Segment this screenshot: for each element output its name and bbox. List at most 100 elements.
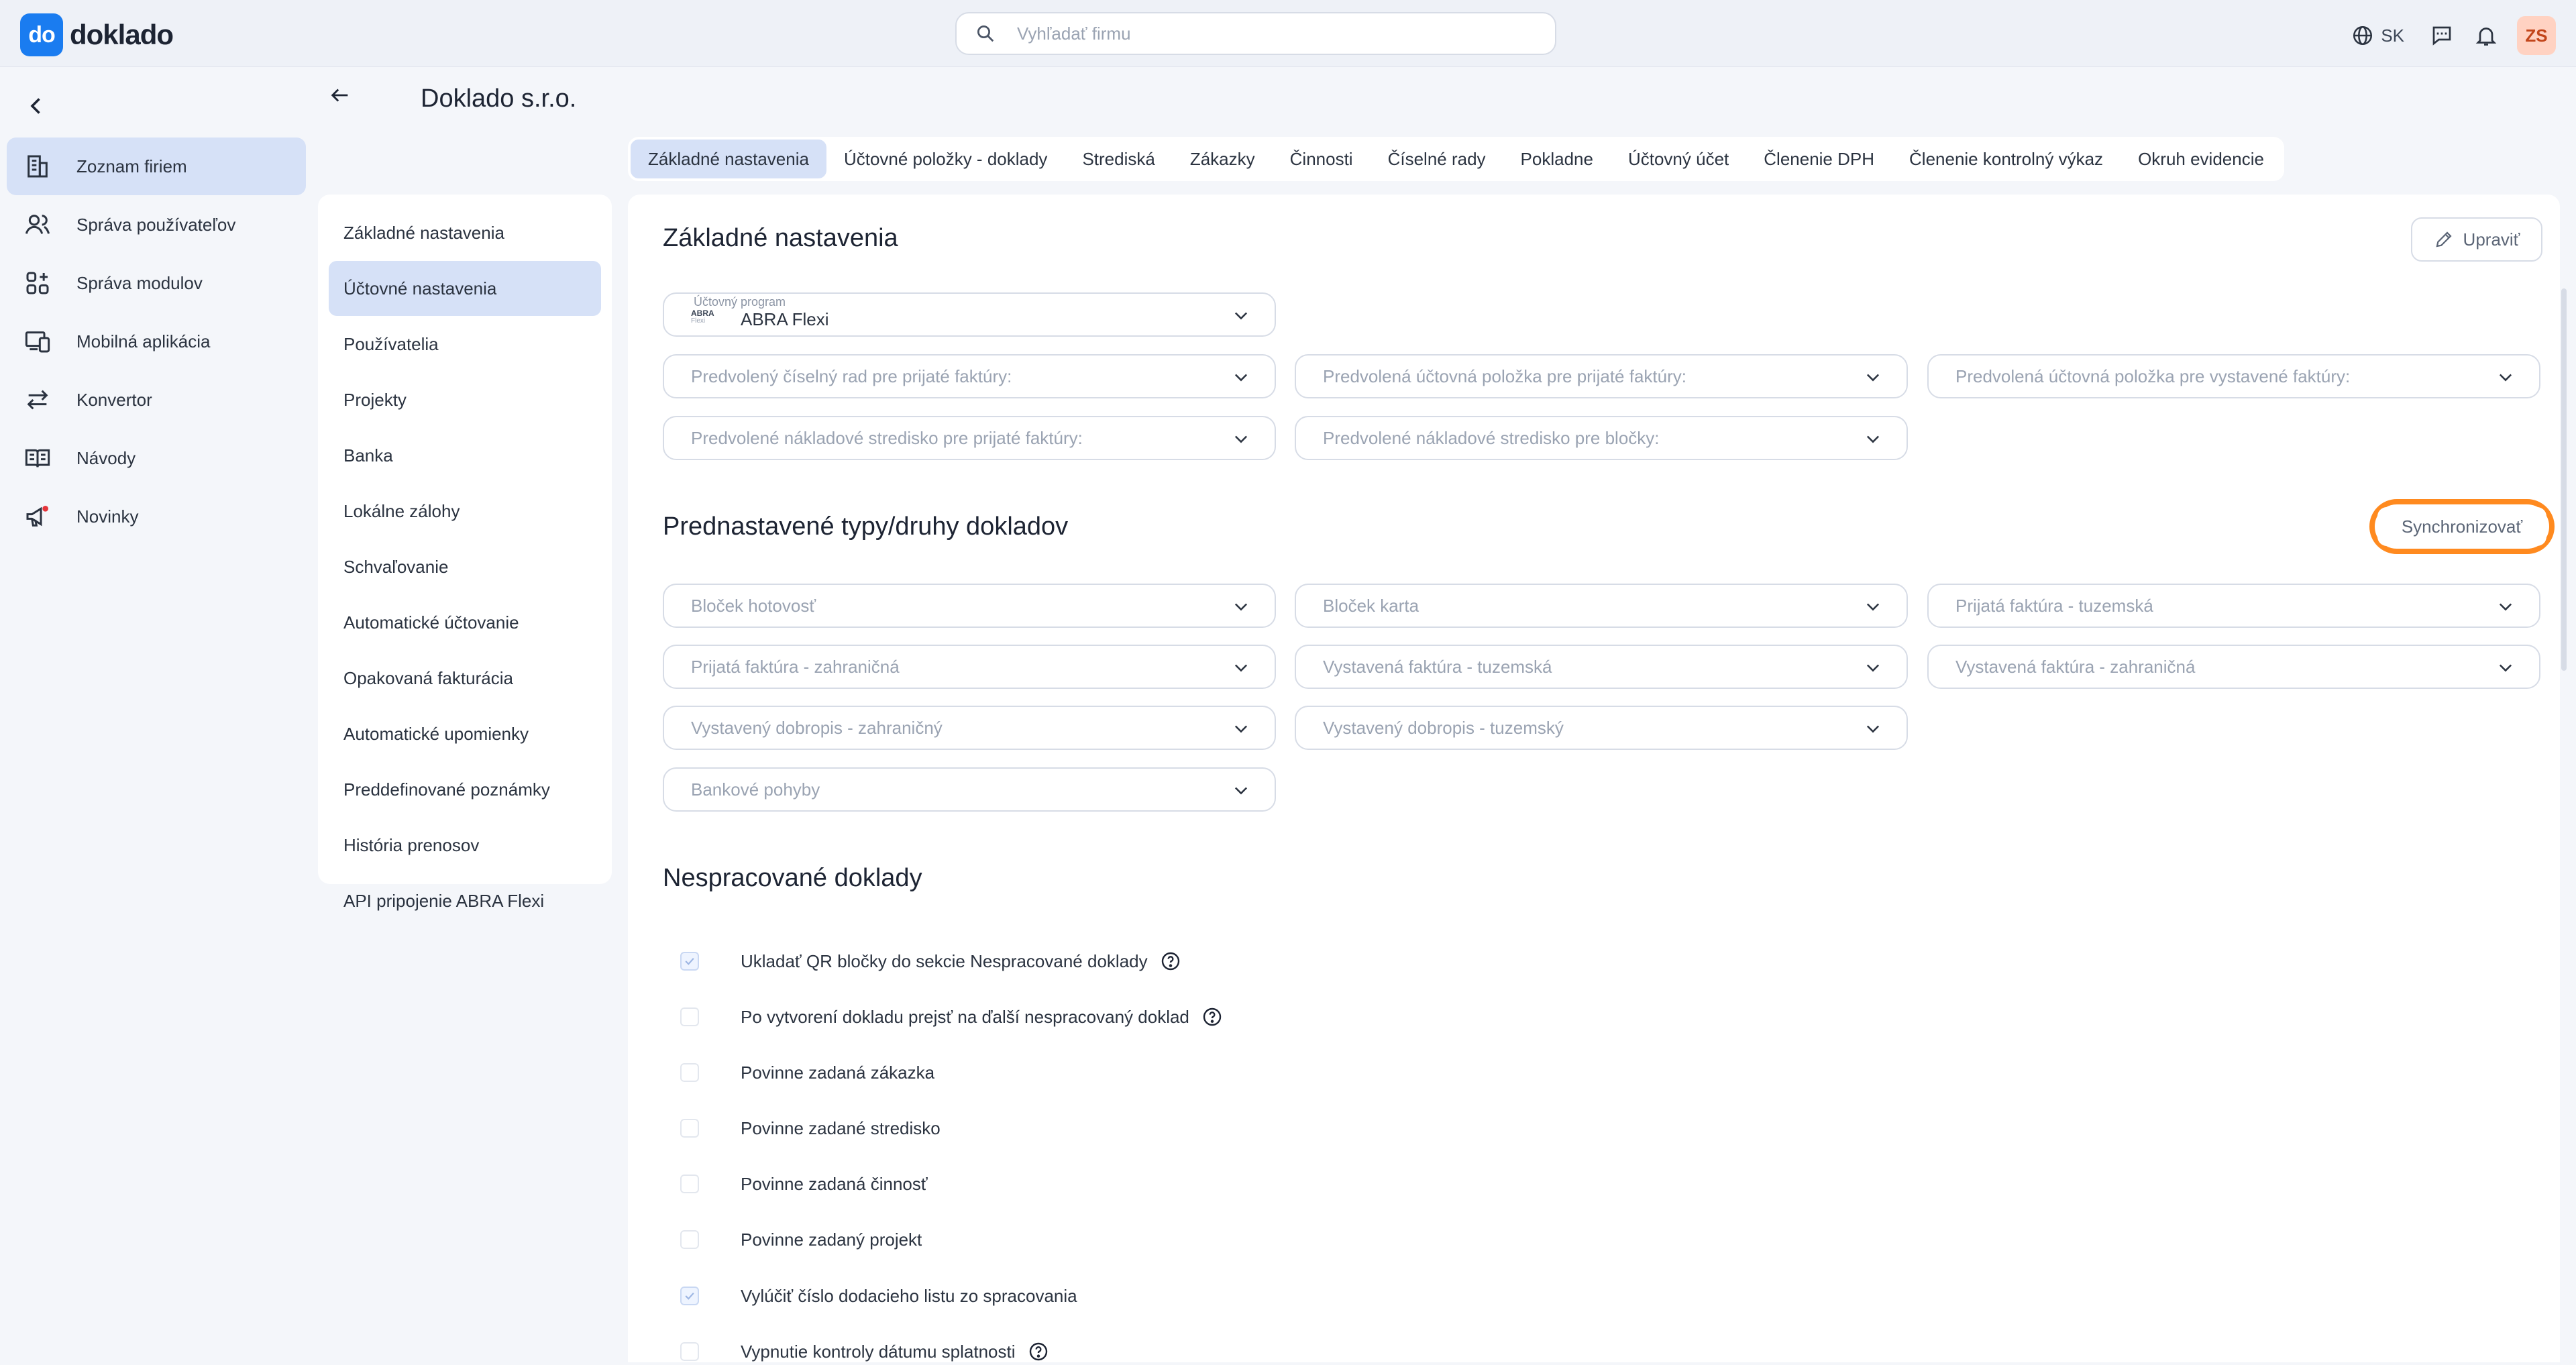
checkbox[interactable] [680, 1119, 699, 1138]
sidebar-item-mobile-app[interactable]: Mobilná aplikácia [7, 313, 306, 370]
option-required-cost-center[interactable]: Povinne zadané stredisko [680, 1115, 941, 1142]
search-icon [977, 25, 994, 42]
option-next-unprocessed[interactable]: Po vytvorení dokladu prejsť na ďalší nes… [680, 1003, 1223, 1030]
submenu-item-transfer-history[interactable]: História prenosov [329, 818, 601, 873]
option-required-project[interactable]: Povinne zadaný projekt [680, 1226, 922, 1253]
option-save-qr-receipts[interactable]: Ukladať QR bločky do sekcie Nespracované… [680, 948, 1181, 975]
sidebar-item-users[interactable]: Správa používateľov [7, 196, 306, 254]
convert-icon [27, 390, 48, 410]
section-title-doc-types: Prednastavené typy/druhy dokladov [663, 512, 1069, 541]
tab-evidence-scope[interactable]: Okruh evidencie [2121, 140, 2282, 178]
doc-type-select[interactable]: Bankové pohyby [663, 767, 1276, 812]
sidebar-item-label: Správa používateľov [76, 214, 236, 235]
tab-cost-centers[interactable]: Strediská [1065, 140, 1172, 178]
sidebar-item-news[interactable]: Novinky [7, 488, 306, 545]
submenu-item-bank[interactable]: Banka [329, 428, 601, 483]
chevron-down-icon [1234, 374, 1248, 382]
option-label: Vypnutie kontroly dátumu splatnosti [741, 1341, 1016, 1362]
doc-type-select[interactable]: Vystavená faktúra - tuzemská [1295, 645, 1908, 689]
default-accounting-item-received-select[interactable]: Predvolená účtovná položka pre prijaté f… [1295, 354, 1908, 398]
sidebar-item-companies[interactable]: Zoznam firiem [7, 138, 306, 195]
default-accounting-item-issued-select[interactable]: Predvolená účtovná položka pre vystavené… [1927, 354, 2540, 398]
tab-number-series[interactable]: Číselné rady [1371, 140, 1503, 178]
edit-button[interactable]: Upraviť [2411, 217, 2542, 262]
settings-submenu: Základné nastavenia Účtovné nastavenia P… [318, 195, 612, 911]
tab-activities[interactable]: Činnosti [1273, 140, 1371, 178]
default-number-series-received-select[interactable]: Predvolený číselný rad pre prijaté faktú… [663, 354, 1276, 398]
submenu-item-auto-accounting[interactable]: Automatické účtovanie [329, 595, 601, 650]
notifications-button[interactable] [2473, 22, 2500, 49]
language-switcher[interactable]: SK [2351, 24, 2404, 47]
default-cost-center-receipts-select[interactable]: Predvolené nákladové stredisko pre bločk… [1295, 416, 1908, 460]
sidebar-item-modules[interactable]: Správa modulov [7, 254, 306, 312]
checkbox[interactable] [680, 1342, 699, 1361]
chat-icon [2432, 26, 2451, 46]
select-placeholder: Prijatá faktúra - tuzemská [1955, 595, 2153, 616]
app-logo[interactable]: do doklado [20, 13, 174, 56]
tab-cash-registers[interactable]: Pokladne [1503, 140, 1611, 178]
users-icon [25, 215, 50, 234]
submenu-item-approval[interactable]: Schvaľovanie [329, 539, 601, 594]
doc-type-select[interactable]: Bloček hotovosť [663, 584, 1276, 628]
settings-tabs: Základné nastavenia Účtovné položky - do… [628, 137, 2284, 181]
submenu-item-recurring-invoicing[interactable]: Opakovaná fakturácia [329, 651, 601, 706]
checkbox[interactable] [680, 952, 699, 971]
tab-vat-breakdown[interactable]: Členenie DPH [1746, 140, 1892, 178]
back-button[interactable] [329, 84, 352, 107]
option-label: Vylúčiť číslo dodacieho listu zo spracov… [741, 1285, 1077, 1306]
checkbox[interactable] [680, 1063, 699, 1082]
option-disable-due-date-check[interactable]: Vypnutie kontroly dátumu splatnosti [680, 1338, 1049, 1365]
tab-orders[interactable]: Zákazky [1173, 140, 1273, 178]
user-avatar[interactable]: ZS [2517, 16, 2556, 55]
default-cost-center-received-select[interactable]: Predvolené nákladové stredisko pre prija… [663, 416, 1276, 460]
submenu-item-auto-reminders[interactable]: Automatické upomienky [329, 706, 601, 761]
chevron-down-icon [1234, 435, 1248, 443]
chat-button[interactable] [2428, 22, 2455, 49]
option-required-activity[interactable]: Povinne zadaná činnosť [680, 1170, 928, 1197]
page-title: Doklado s.r.o. [421, 85, 577, 113]
submenu-item-users[interactable]: Používatelia [329, 317, 601, 372]
help-icon[interactable] [1201, 1006, 1223, 1028]
tab-control-statement[interactable]: Členenie kontrolný výkaz [1892, 140, 2121, 178]
help-icon[interactable] [1028, 1341, 1049, 1362]
checkbox[interactable] [680, 1175, 699, 1193]
company-search[interactable] [955, 12, 1556, 55]
doc-type-select[interactable]: Vystavený dobropis - zahraničný [663, 706, 1276, 750]
doc-type-select[interactable]: Bloček karta [1295, 584, 1908, 628]
submenu-item-predefined-notes[interactable]: Preddefinované poznámky [329, 762, 601, 817]
edit-button-label: Upraviť [2463, 229, 2520, 250]
sidebar-item-label: Konvertor [76, 389, 152, 410]
doc-type-select[interactable]: Prijatá faktúra - tuzemská [1927, 584, 2540, 628]
synchronize-button[interactable]: Synchronizovať [2377, 507, 2546, 546]
sidebar-item-guides[interactable]: Návody [7, 429, 306, 487]
option-exclude-delivery-note[interactable]: Vylúčiť číslo dodacieho listu zo spracov… [680, 1282, 1077, 1309]
panel-scrollbar[interactable] [2561, 288, 2567, 671]
submenu-item-api-connection[interactable]: API pripojenie ABRA Flexi [329, 873, 601, 928]
checkbox[interactable] [680, 1007, 699, 1026]
submenu-item-accounting-settings[interactable]: Účtovné nastavenia [329, 261, 601, 316]
submenu-item-local-backups[interactable]: Lokálne zálohy [329, 484, 601, 539]
doc-type-select[interactable]: Vystavený dobropis - tuzemský [1295, 706, 1908, 750]
tab-accounting-items[interactable]: Účtovné položky - doklady [826, 140, 1065, 178]
submenu-item-basic-settings[interactable]: Základné nastavenia [329, 205, 601, 260]
option-required-order[interactable]: Povinne zadaná zákazka [680, 1059, 934, 1086]
tab-accounting-account[interactable]: Účtovný účet [1611, 140, 1746, 178]
sidebar-item-converter[interactable]: Konvertor [7, 371, 306, 429]
option-label: Povinne zadané stredisko [741, 1117, 941, 1138]
tab-basic-settings[interactable]: Základné nastavenia [631, 140, 826, 178]
accounting-program-select[interactable]: Účtovný program ABRA Flexi ABRA Flexi [663, 292, 1276, 337]
search-input[interactable] [1016, 22, 1525, 45]
checkbox[interactable] [680, 1230, 699, 1249]
chevron-down-icon [1234, 603, 1248, 611]
chevron-down-icon [1866, 603, 1880, 611]
doc-type-select[interactable]: Prijatá faktúra - zahraničná [663, 645, 1276, 689]
select-placeholder: Bankové pohyby [691, 779, 820, 800]
chevron-down-icon [1234, 787, 1248, 795]
doc-type-select[interactable]: Vystavená faktúra - zahraničná [1927, 645, 2540, 689]
accounting-program-value: ABRA Flexi [741, 309, 829, 329]
select-placeholder: Predvolené nákladové stredisko pre prija… [691, 427, 1083, 448]
submenu-item-projects[interactable]: Projekty [329, 372, 601, 427]
checkbox[interactable] [680, 1287, 699, 1305]
help-icon[interactable] [1160, 950, 1181, 972]
collapse-sidebar-icon[interactable] [24, 94, 48, 118]
